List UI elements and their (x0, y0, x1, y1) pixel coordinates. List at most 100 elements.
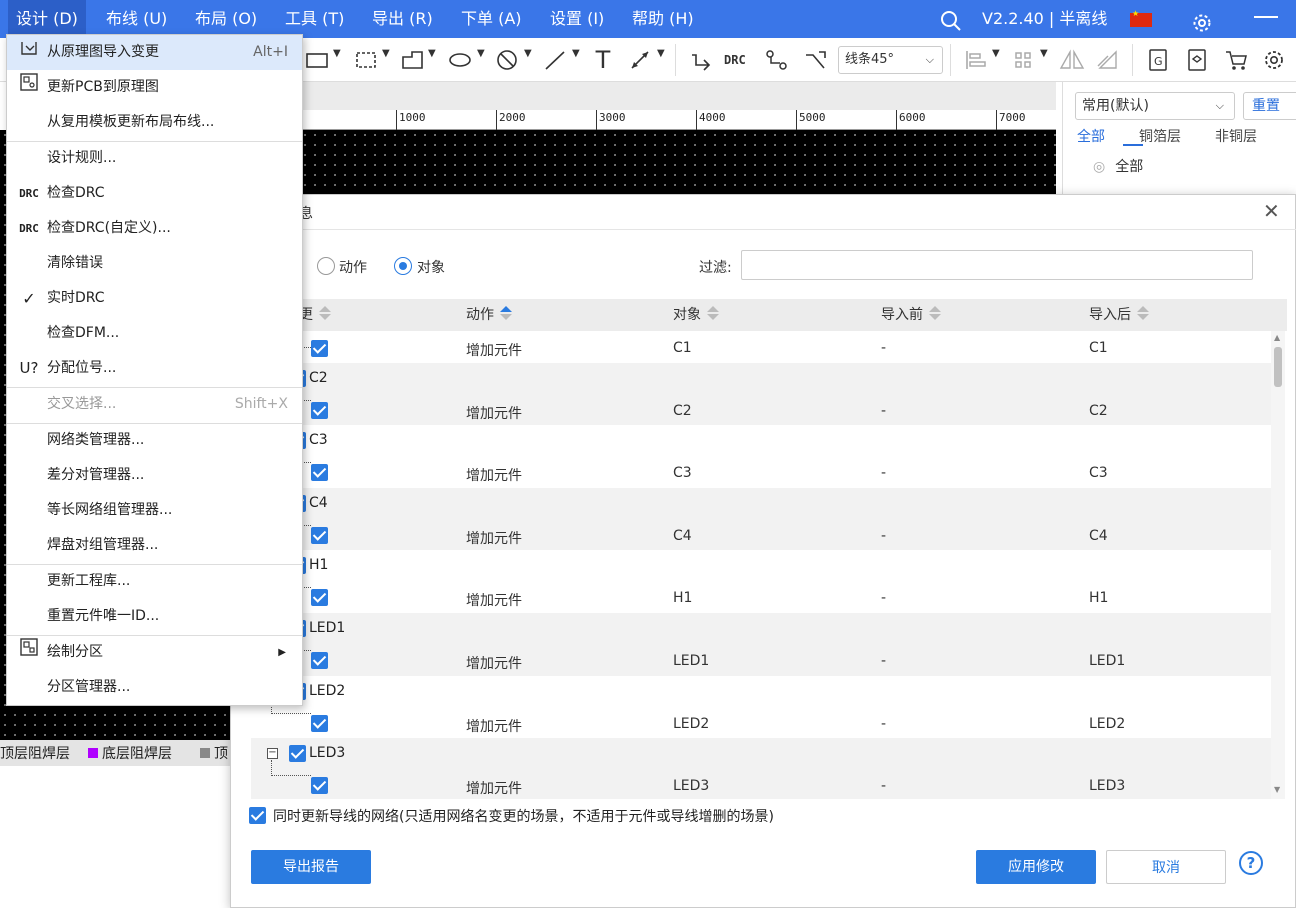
menu-item-clear-errors[interactable]: 清除错误 (7, 246, 302, 281)
collapse-icon[interactable]: − (267, 748, 278, 760)
gerber-export-icon[interactable]: G (1144, 47, 1174, 73)
filter-input[interactable] (741, 250, 1253, 280)
layer-top[interactable]: 顶 (200, 743, 228, 763)
row-checkbox[interactable] (311, 401, 328, 419)
menu-layout[interactable]: 布局 (O) (187, 0, 265, 38)
column-before[interactable]: 导入前 (881, 299, 941, 331)
menu-item-import-from-schematic[interactable]: 从原理图导入变更 Alt+I (7, 35, 302, 70)
drc-icon[interactable]: DRC (724, 47, 754, 73)
sync-net-checkbox[interactable] (249, 807, 266, 824)
chevron-down-icon[interactable]: ▼ (524, 48, 532, 59)
menu-item-region-manager[interactable]: 分区管理器... (7, 670, 302, 705)
table-group[interactable]: C4 增加元件 C4 - C4 (251, 487, 1275, 551)
menu-item-pad-pair-manager[interactable]: 焊盘对组管理器... (7, 528, 302, 563)
row-checkbox[interactable] (311, 340, 328, 357)
tab-all[interactable]: 全部 (1077, 126, 1105, 146)
menu-item-reset-component-id[interactable]: 重置元件唯一ID... (7, 599, 302, 634)
close-icon[interactable]: ✕ (1263, 199, 1280, 223)
route-angle-select[interactable]: 线条45° ⌵ (838, 46, 943, 74)
row-checkbox[interactable] (311, 777, 328, 795)
chevron-down-icon[interactable]: ▼ (572, 48, 580, 59)
tab-non-copper[interactable]: 非铜层 (1215, 126, 1257, 146)
view-object-label[interactable]: 对象 (417, 257, 445, 277)
scroll-up-icon[interactable]: ▲ (1274, 333, 1280, 342)
column-action[interactable]: 动作 (466, 299, 512, 331)
ellipse-tool-icon[interactable] (446, 47, 476, 73)
chevron-down-icon[interactable]: ▼ (1040, 48, 1048, 59)
row-checkbox[interactable] (311, 714, 328, 732)
sort-icon[interactable] (500, 306, 512, 320)
flip-vertical-icon[interactable] (1094, 47, 1124, 73)
bom-order-icon[interactable] (1222, 47, 1252, 73)
sort-icon[interactable] (1137, 306, 1149, 320)
minimize-icon[interactable] (1254, 16, 1278, 18)
menu-routing[interactable]: 布线 (U) (98, 0, 175, 38)
view-object-radio[interactable] (394, 257, 412, 275)
menu-help[interactable]: 帮助 (H) (624, 0, 702, 38)
select-area-icon[interactable] (352, 47, 382, 73)
menu-item-assign-designator[interactable]: U? 分配位号... (7, 351, 302, 386)
sync-net-label[interactable]: 同时更新导线的网络(只适用网络名变更的场景，不适用于元件或导线增删的场景) (273, 806, 774, 826)
chevron-down-icon[interactable]: ▼ (333, 48, 341, 59)
table-group[interactable]: − LED3 增加元件 LED3 - LED3 (251, 738, 1275, 799)
layer-preset-select[interactable]: 常用(默认) ⌵ (1075, 92, 1235, 120)
table-group[interactable]: LED1 增加元件 LED1 - LED1 (251, 613, 1275, 676)
settings-gear-icon[interactable] (1260, 47, 1290, 73)
chevron-down-icon[interactable]: ▼ (657, 48, 665, 59)
export-report-button[interactable]: 导出报告 (251, 850, 371, 884)
chevron-down-icon[interactable]: ▼ (428, 48, 436, 59)
table-group[interactable]: LED2 增加元件 LED2 - LED2 (251, 676, 1275, 739)
row-checkbox[interactable] (311, 526, 328, 544)
column-object[interactable]: 对象 (673, 299, 719, 331)
text-tool-icon[interactable]: T (588, 47, 618, 73)
menu-item-realtime-drc[interactable]: ✓ 实时DRC (7, 281, 302, 316)
row-checkbox[interactable] (311, 464, 328, 482)
menu-item-update-project-library[interactable]: 更新工程库... (7, 564, 302, 599)
menu-order[interactable]: 下单 (A) (453, 0, 530, 38)
menu-item-cross-select[interactable]: 交叉选择... Shift+X (7, 387, 302, 422)
dimension-tool-icon[interactable] (626, 47, 656, 73)
reset-button[interactable]: 重置 (1243, 92, 1296, 120)
column-after[interactable]: 导入后 (1089, 299, 1149, 331)
align-icon[interactable] (962, 47, 992, 73)
menu-item-check-drc[interactable]: DRC 检查DRC (7, 176, 302, 211)
no-entry-icon[interactable] (494, 47, 524, 73)
menu-item-diff-pair-manager[interactable]: 差分对管理器... (7, 458, 302, 493)
menu-tools[interactable]: 工具 (T) (277, 0, 352, 38)
3d-view-icon[interactable] (1183, 47, 1213, 73)
polygon-tool-icon[interactable] (398, 47, 428, 73)
menu-item-check-dfm[interactable]: 检查DFM... (7, 316, 302, 351)
route-diagonal-icon[interactable] (802, 47, 832, 73)
row-checkbox[interactable] (311, 652, 328, 669)
menu-export[interactable]: 导出 (R) (364, 0, 441, 38)
apply-button[interactable]: 应用修改 (976, 850, 1096, 884)
view-action-radio[interactable] (317, 257, 335, 275)
help-icon[interactable]: ? (1239, 851, 1263, 875)
sort-icon[interactable] (319, 306, 331, 320)
table-row[interactable]: 增加元件 C1 - C1 (251, 331, 1275, 363)
line-tool-icon[interactable] (541, 47, 571, 73)
scroll-down-icon[interactable]: ▼ (1274, 785, 1280, 794)
menu-design[interactable]: 设计 (D) (8, 0, 86, 38)
menu-item-design-rules[interactable]: 设计规则... (7, 141, 302, 176)
rect-tool-icon[interactable] (303, 47, 333, 73)
flip-horizontal-icon[interactable] (1057, 47, 1087, 73)
table-group[interactable]: C3 增加元件 C3 - C3 (251, 425, 1275, 488)
sort-icon[interactable] (929, 306, 941, 320)
column-change[interactable]: 更 (299, 299, 331, 331)
menu-item-equal-length-manager[interactable]: 等长网络组管理器... (7, 493, 302, 528)
visibility-all[interactable]: ◎ 全部 (1093, 156, 1143, 176)
gear-icon[interactable] (1192, 9, 1212, 32)
import-changes-icon[interactable] (686, 47, 716, 73)
route-tool-icon[interactable] (762, 47, 792, 73)
table-group[interactable]: H1 增加元件 H1 - H1 (251, 550, 1275, 613)
scroll-thumb[interactable] (1274, 347, 1282, 387)
tab-copper[interactable]: 铜箔层 (1139, 126, 1181, 146)
table-scrollbar[interactable]: ▲ ▼ (1271, 331, 1285, 799)
row-checkbox[interactable] (311, 589, 328, 607)
view-action-label[interactable]: 动作 (339, 257, 367, 277)
chevron-down-icon[interactable]: ▼ (992, 48, 1000, 59)
layer-top-solder-mask[interactable]: 顶层阻焊层 (0, 743, 70, 763)
search-icon[interactable] (940, 8, 962, 31)
eye-off-icon[interactable]: ◎ (1093, 159, 1105, 175)
